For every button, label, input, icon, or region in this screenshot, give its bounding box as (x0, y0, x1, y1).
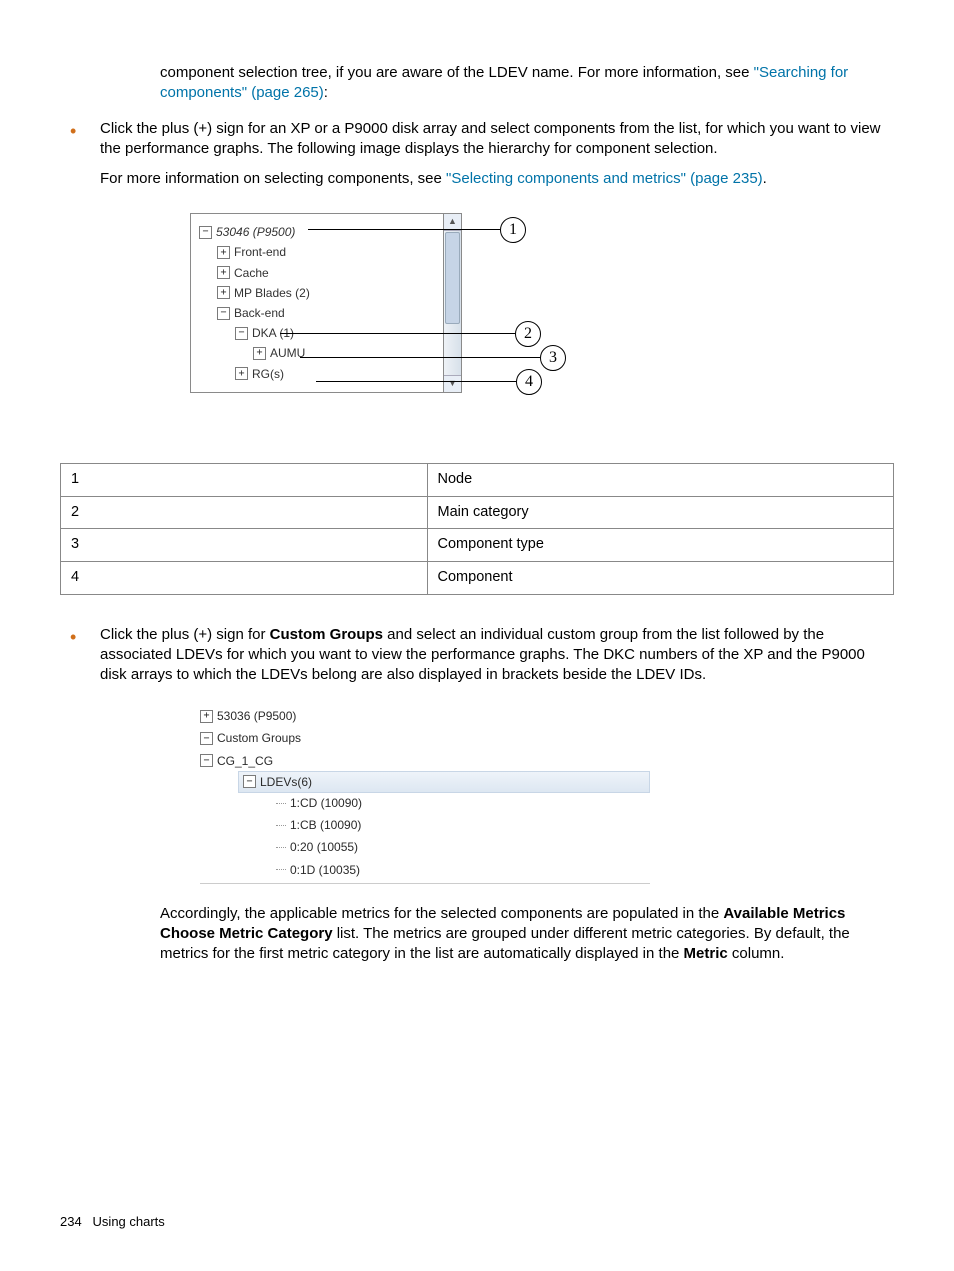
expand-icon[interactable]: + (217, 286, 230, 299)
table-row: 1Node (61, 464, 894, 497)
callout-line (308, 229, 500, 230)
callout-2: 2 (515, 321, 541, 347)
tree-node-aumu[interactable]: + AUMU (197, 343, 437, 363)
link-selecting-components[interactable]: "Selecting components and metrics" (page… (446, 170, 763, 187)
callout-3: 3 (540, 345, 566, 371)
expand-icon[interactable]: + (217, 266, 230, 279)
collapse-icon[interactable]: − (199, 226, 212, 239)
intro-text-a: component selection tree, if you are awa… (160, 64, 754, 81)
expand-icon[interactable]: + (235, 367, 248, 380)
figure-custom-groups-tree: + 53036 (P9500) − Custom Groups − CG_1_C… (200, 705, 650, 884)
bullet1-p2a: For more information on selecting compon… (100, 170, 446, 187)
bullet-custom-groups: Click the plus (+) sign for Custom Group… (60, 625, 894, 686)
callout-1: 1 (500, 217, 526, 243)
tree-node-root[interactable]: − 53046 (P9500) (197, 222, 437, 242)
expand-icon[interactable]: + (200, 710, 213, 723)
tree-node-ldevs-selected[interactable]: − LDEVs(6) (238, 771, 650, 793)
collapse-icon[interactable]: − (235, 327, 248, 340)
bullet1-p1: Click the plus (+) sign for an XP or a P… (100, 120, 881, 157)
scroll-down-icon[interactable]: ▼ (444, 375, 461, 392)
callout-line (300, 357, 540, 358)
collapse-icon[interactable]: − (200, 732, 213, 745)
tree-panel: − 53046 (P9500) + Front-end + Cache + MP… (190, 213, 462, 393)
section-title: Using charts (93, 1214, 165, 1229)
table-row: 4Component (61, 561, 894, 594)
intro-text-b: : (324, 84, 328, 101)
bullet-array-select: Click the plus (+) sign for an XP or a P… (60, 119, 894, 190)
expand-icon[interactable]: + (217, 246, 230, 259)
tree-node-ldev[interactable]: 0:1D (10035) (200, 859, 650, 881)
callout-line (280, 333, 515, 334)
tree-node-cache[interactable]: + Cache (197, 263, 437, 283)
page-number: 234 (60, 1214, 82, 1229)
tree-node-custom-groups[interactable]: − Custom Groups (200, 727, 650, 749)
collapse-icon[interactable]: − (243, 775, 256, 788)
bullet1-p2b: . (763, 170, 767, 187)
intro-paragraph: component selection tree, if you are awa… (160, 63, 894, 104)
tree-node-backend[interactable]: − Back-end (197, 303, 437, 323)
tree-node-root2[interactable]: + 53036 (P9500) (200, 705, 650, 727)
callout-4: 4 (516, 369, 542, 395)
collapse-icon[interactable]: − (217, 307, 230, 320)
tree-node-ldev[interactable]: 1:CB (10090) (200, 814, 650, 836)
callout-line (316, 381, 516, 382)
expand-icon[interactable]: + (253, 347, 266, 360)
callout-table: 1Node 2Main category 3Component type 4Co… (60, 463, 894, 594)
tree-node-mp-blades[interactable]: + MP Blades (2) (197, 283, 437, 303)
tree-node-ldev[interactable]: 0:20 (10055) (200, 836, 650, 858)
table-row: 3Component type (61, 529, 894, 562)
tree-node-ldev[interactable]: 1:CD (10090) (200, 792, 650, 814)
page-footer: 234 Using charts (60, 1213, 165, 1231)
scrollbar[interactable]: ▲ ▼ (443, 214, 461, 392)
closing-paragraph: Accordingly, the applicable metrics for … (160, 904, 894, 965)
scroll-thumb[interactable] (445, 232, 460, 324)
collapse-icon[interactable]: − (200, 754, 213, 767)
tree-node-frontend[interactable]: + Front-end (197, 242, 437, 262)
tree-node-cg1[interactable]: − CG_1_CG (200, 750, 650, 772)
table-row: 2Main category (61, 496, 894, 529)
figure-component-tree: − 53046 (P9500) + Front-end + Cache + MP… (190, 213, 894, 433)
